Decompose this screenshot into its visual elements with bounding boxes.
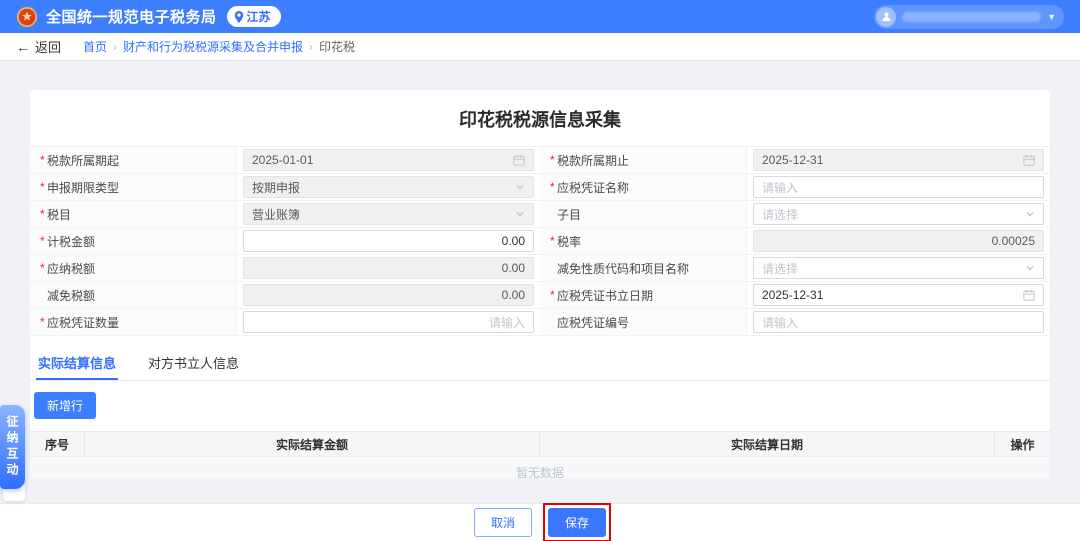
tax-payable-field: 0.00: [243, 257, 534, 279]
user-name-redacted: [902, 12, 1041, 22]
form-row: * 应税凭证数量 请输入 应税凭证编号: [30, 309, 1050, 336]
back-label: 返回: [35, 37, 61, 56]
tab-actual-settlement[interactable]: 实际结算信息: [36, 346, 118, 380]
region-label: 江苏: [247, 8, 271, 25]
cancel-button[interactable]: 取消: [474, 508, 532, 537]
calendar-icon: [1023, 154, 1035, 166]
tax-period-start-field: 2025-01-01: [243, 149, 534, 171]
region-selector[interactable]: 江苏: [227, 6, 281, 27]
table-header: 序号 实际结算金额 实际结算日期 操作: [30, 431, 1050, 457]
sub-item-select[interactable]: 请选择: [753, 203, 1044, 225]
field-label-filing-period-type: * 申报期限类型: [30, 174, 237, 200]
field-label-voucher-quantity: * 应税凭证数量: [30, 309, 237, 335]
user-menu[interactable]: ▼: [874, 5, 1064, 29]
field-label-taxable-amount: * 计税金额: [30, 228, 237, 254]
field-label-tax-payable: * 应纳税额: [30, 255, 237, 281]
location-pin-icon: [234, 11, 244, 23]
field-label-tax-period-end: * 税款所属期止: [540, 147, 747, 173]
voucher-number-input[interactable]: 请输入: [753, 311, 1044, 333]
field-label-voucher-date: * 应税凭证书立日期: [540, 282, 747, 308]
reduction-code-select[interactable]: 请选择: [753, 257, 1044, 279]
voucher-date-input[interactable]: 2025-12-31: [753, 284, 1044, 306]
taxable-amount-input[interactable]: 0.00: [243, 230, 534, 252]
app-header: 全国统一规范电子税务局 江苏 ▼: [0, 0, 1080, 33]
user-avatar-icon: [876, 7, 896, 27]
breadcrumb-bar: ← 返回 首页 › 财产和行为税税源采集及合并申报 › 印花税: [0, 33, 1080, 61]
back-button[interactable]: ← 返回: [16, 37, 61, 56]
breadcrumb-current: 印花税: [319, 38, 355, 55]
field-label-taxable-voucher-name: * 应税凭证名称: [540, 174, 747, 200]
chevron-down-icon: [515, 209, 525, 219]
filing-period-type-select: 按期申报: [243, 176, 534, 198]
form-row: * 税目 营业账簿 子目: [30, 201, 1050, 228]
breadcrumb-collection[interactable]: 财产和行为税税源采集及合并申报: [123, 38, 303, 55]
column-header-operation: 操作: [995, 432, 1050, 456]
field-label-sub-item: 子目: [540, 201, 747, 227]
add-row-button[interactable]: 新增行: [34, 392, 96, 419]
reduced-tax-field: 0.00: [243, 284, 534, 306]
tax-period-end-field: 2025-12-31: [753, 149, 1044, 171]
form-row: * 应纳税额 0.00 减免性质代码和项目名称: [30, 255, 1050, 282]
chevron-down-icon: [1025, 263, 1035, 273]
form-row: * 税款所属期起 2025-01-01 * 税款所属期止: [30, 147, 1050, 174]
calendar-icon: [513, 154, 525, 166]
tax-rate-field: 0.00025: [753, 230, 1044, 252]
footer-bar: 取消 保存: [0, 503, 1080, 541]
field-label-reduced-tax: 减免税额: [30, 282, 237, 308]
form-row: * 计税金额 0.00 * 税率: [30, 228, 1050, 255]
settlement-table: 序号 实际结算金额 实际结算日期 操作 暂无数据: [30, 431, 1050, 478]
stamp-tax-form: * 税款所属期起 2025-01-01 * 税款所属期止: [30, 146, 1050, 336]
breadcrumb: 首页 › 财产和行为税税源采集及合并申报 › 印花税: [83, 38, 355, 55]
tax-item-select: 营业账簿: [243, 203, 534, 225]
breadcrumb-separator: ›: [113, 40, 117, 54]
back-arrow-icon: ←: [16, 39, 30, 55]
page-title: 印花税税源信息采集: [30, 90, 1050, 146]
main-area: 印花税税源信息采集 * 税款所属期起 2025-01-01: [0, 61, 1080, 503]
column-header-amount: 实际结算金额: [85, 432, 540, 456]
field-label-reduction-code: 减免性质代码和项目名称: [540, 255, 747, 281]
form-row: 减免税额 0.00 * 应税凭证书立日期 2025: [30, 282, 1050, 309]
field-label-tax-period-start: * 税款所属期起: [30, 147, 237, 173]
voucher-quantity-input[interactable]: 请输入: [243, 311, 534, 333]
field-label-voucher-number: 应税凭证编号: [540, 309, 747, 335]
field-label-tax-rate: * 税率: [540, 228, 747, 254]
save-button[interactable]: 保存: [548, 508, 606, 537]
app-title: 全国统一规范电子税务局: [46, 6, 217, 27]
calendar-icon: [1023, 289, 1035, 301]
tab-counterparty[interactable]: 对方书立人信息: [146, 346, 241, 380]
chevron-down-icon: [515, 182, 525, 192]
column-header-date: 实际结算日期: [540, 432, 995, 456]
field-label-tax-item: * 税目: [30, 201, 237, 227]
tax-interaction-widget[interactable]: 征纳互动: [0, 405, 25, 489]
chevron-down-icon: [1025, 209, 1035, 219]
tax-bureau-emblem: [16, 6, 38, 28]
form-row: * 申报期限类型 按期申报 * 应税凭证名称: [30, 174, 1050, 201]
table-empty-state: 暂无数据: [30, 457, 1050, 478]
detail-tabs: 实际结算信息 对方书立人信息: [30, 346, 1050, 381]
taxable-voucher-name-input[interactable]: 请输入: [753, 176, 1044, 198]
chevron-down-icon: ▼: [1047, 12, 1056, 22]
column-header-index: 序号: [30, 432, 85, 456]
breadcrumb-home[interactable]: 首页: [83, 38, 107, 55]
breadcrumb-separator: ›: [309, 40, 313, 54]
stamp-tax-card: 印花税税源信息采集 * 税款所属期起 2025-01-01: [30, 90, 1050, 478]
